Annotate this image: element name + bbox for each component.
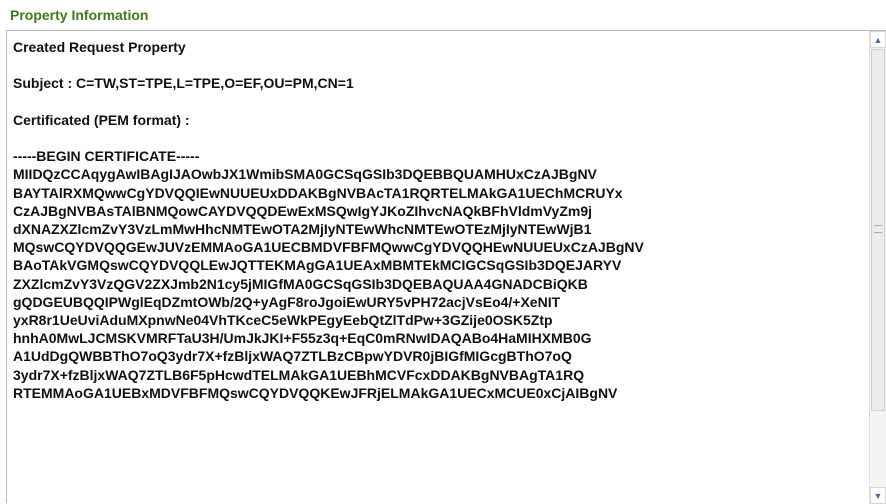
cert-line: -----BEGIN CERTIFICATE----- bbox=[13, 148, 200, 165]
triangle-up-icon: ▲ bbox=[873, 34, 883, 45]
property-info-panel[interactable]: Created Request Property Subject : C=TW,… bbox=[6, 30, 886, 504]
cert-line: gQDGEUBQQIPWglEqDZmtOWb/2Q+yAgF8roJgoiEw… bbox=[13, 293, 561, 310]
scroll-down-button[interactable]: ▼ bbox=[870, 487, 886, 504]
cert-line: 3ydr7X+fzBljxWAQ7ZTLB6F5pHcwdTELMAkGA1UE… bbox=[13, 366, 585, 383]
scroll-thumb[interactable] bbox=[871, 49, 885, 411]
cert-line: hnhA0MwLJCMSKVMRFTaU3H/UmJkJKI+F55z3q+Eq… bbox=[13, 330, 592, 347]
vertical-scrollbar[interactable]: ▲ ▼ bbox=[869, 31, 886, 504]
triangle-down-icon: ▼ bbox=[873, 490, 883, 501]
cert-line: dXNAZXZlcmZvY3VzLmMwHhcNMTEwOTA2MjIyNTEw… bbox=[13, 220, 592, 237]
cert-line: BAoTAkVGMQswCQYDVQQLEwJQTTEKMAgGA1UEAxMB… bbox=[13, 257, 622, 274]
cert-line: MIIDQzCCAqygAwIBAgIJAOwbJX1WmibSMA0GCSqG… bbox=[13, 166, 597, 183]
header-bar: Property Information bbox=[0, 0, 886, 30]
certificate-label: Certificated (PEM format) : bbox=[13, 111, 190, 128]
cert-line: A1UdDgQWBBThO7oQ3ydr7X+fzBljxWAQ7ZTLBzCB… bbox=[13, 348, 572, 365]
cert-line: yxR8r1UeUviAduMXpnwNe04VhTKceC5eWkPEgyEe… bbox=[13, 312, 553, 328]
page-title: Property Information bbox=[10, 7, 149, 23]
cert-line: CzAJBgNVBAsTAlBNMQowCAYDVQQDEwExMSQwIgYJ… bbox=[13, 202, 593, 219]
grip-icon bbox=[874, 225, 882, 233]
property-text: Created Request Property Subject : C=TW,… bbox=[13, 38, 866, 402]
created-request-heading: Created Request Property bbox=[13, 39, 186, 55]
subject-line: Subject : C=TW,ST=TPE,L=TPE,O=EF,OU=PM,C… bbox=[13, 75, 354, 92]
cert-line: RTEMMAoGA1UEBxMDVFBFMQswCQYDVQQKEwJFRjEL… bbox=[13, 384, 618, 401]
cert-line: MQswCQYDVQQGEwJUVzEMMAoGA1UECBMDVFBFMQww… bbox=[13, 239, 644, 256]
cert-line: BAYTAlRXMQwwCgYDVQQIEwNUUEUxDDAKBgNVBAcT… bbox=[13, 184, 623, 201]
certificate-pem: -----BEGIN CERTIFICATE----- MIIDQzCCAqyg… bbox=[13, 147, 866, 402]
scroll-up-button[interactable]: ▲ bbox=[870, 31, 886, 48]
cert-line: ZXZlcmZvY3VzQGV2ZXJmb2N1cy5jMIGfMA0GCSqG… bbox=[13, 275, 588, 292]
